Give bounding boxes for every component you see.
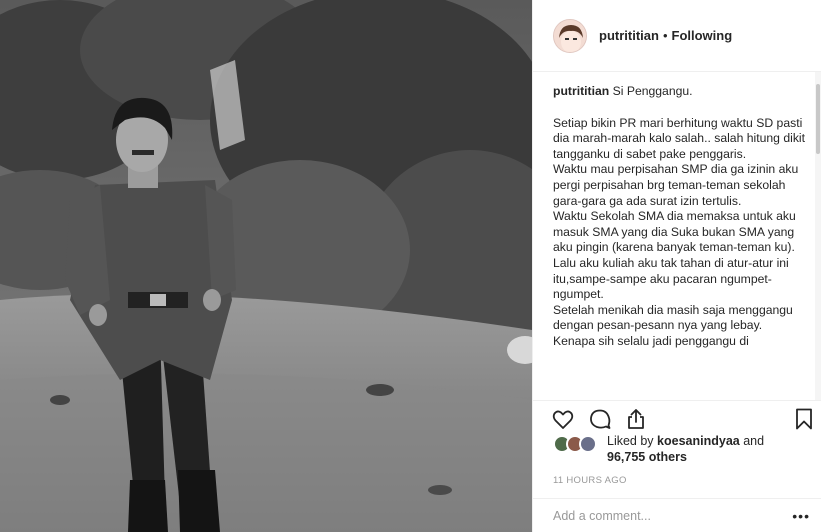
liked-by-label: Liked by	[607, 434, 654, 448]
liker-username-link[interactable]: koesanindyaa	[657, 434, 740, 448]
share-upload-icon[interactable]	[624, 407, 648, 431]
liker-avatar[interactable]	[579, 435, 597, 453]
post-header: putrititian • Following	[533, 0, 821, 72]
post-side-panel: putrititian • Following putrititian Si P…	[532, 0, 821, 532]
header-separator: •	[662, 28, 668, 43]
caption-title: Si Penggangu.	[612, 84, 693, 98]
comment-bar: •••	[533, 498, 821, 532]
ellipsis-icon[interactable]: •••	[792, 508, 810, 524]
caption-scrollbar-thumb[interactable]	[816, 84, 820, 154]
action-bar	[533, 400, 821, 432]
likes-summary: Liked by koesanindyaa and 96,755 others	[553, 433, 813, 469]
following-button[interactable]: Following	[672, 28, 733, 43]
caption-heading: putrititian Si Penggangu.	[553, 84, 805, 100]
post-timestamp[interactable]: 11 HOURS AGO	[553, 475, 627, 486]
post-photo[interactable]	[0, 0, 532, 532]
liker-avatars	[553, 435, 601, 457]
profile-avatar[interactable]	[553, 18, 587, 53]
heart-outline-icon[interactable]	[551, 407, 575, 431]
vintage-portrait-photo	[0, 0, 532, 532]
likes-connector: and	[743, 434, 765, 448]
likes-count-link[interactable]: 96,755 others	[607, 450, 687, 464]
speech-bubble-icon[interactable]	[588, 407, 612, 431]
bookmark-icon[interactable]	[792, 407, 816, 431]
likes-text: Liked by koesanindyaa and 96,755 others	[607, 433, 764, 465]
header-username-link[interactable]: putrititian	[599, 28, 659, 43]
avatar-illustration-icon	[554, 19, 586, 52]
caption-scroll-area[interactable]: putrititian Si Penggangu. Setiap bikin P…	[553, 84, 805, 396]
caption-body: Setiap bikin PR mari berhitung waktu SD …	[553, 115, 805, 348]
comment-input[interactable]	[553, 508, 773, 523]
caption-username-link[interactable]: putrititian	[553, 84, 609, 98]
